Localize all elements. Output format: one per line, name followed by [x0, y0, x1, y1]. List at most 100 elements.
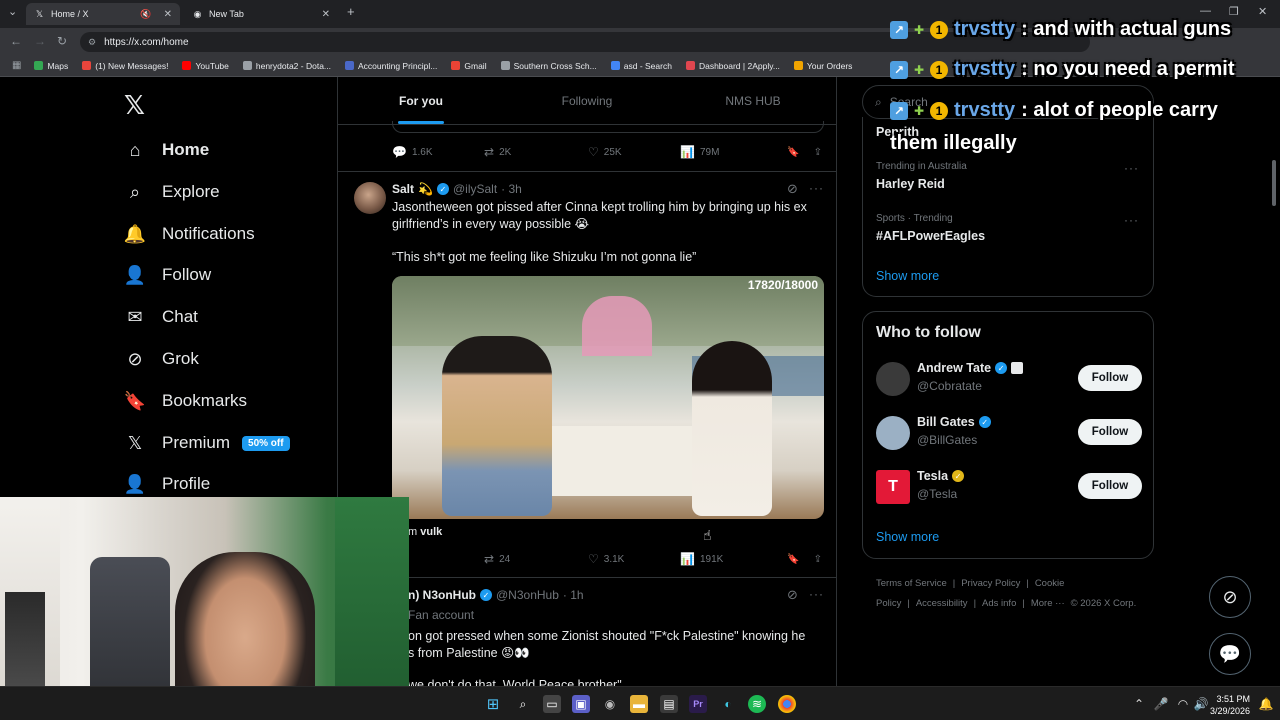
tab-search-icon[interactable]: ⌄	[8, 5, 17, 18]
store-icon[interactable]: ▤	[660, 695, 678, 713]
suggestion-name-text[interactable]: Andrew Tate	[917, 361, 991, 375]
grok-icon[interactable]: ⊘	[787, 181, 798, 197]
follow-suggestion[interactable]: Bill Gates ✓ @BillGates Follow	[876, 414, 1142, 454]
tab-new-tab[interactable]: ◉ New Tab ✕	[184, 3, 338, 25]
nav-item-grok[interactable]: ⊘ Grok	[124, 344, 198, 374]
from-user[interactable]: vulk	[420, 526, 442, 538]
more-options-icon[interactable]: ···	[809, 587, 824, 601]
author-name[interactable]: n) N3onHub	[408, 588, 476, 602]
grok-fab-button[interactable]: ⊘	[1209, 576, 1251, 618]
footer-link[interactable]: Privacy Policy	[961, 578, 1020, 589]
notification-bell-icon[interactable]: 🔔	[1257, 695, 1275, 713]
nav-item-bookmarks[interactable]: 🔖 Bookmarks	[124, 386, 247, 416]
reply-button[interactable]: 💬 1.6K	[392, 145, 484, 159]
bookmark-item[interactable]: (1) New Messages!	[75, 61, 175, 71]
tab-home-x[interactable]: 𝕏 Home / X 🔇 ✕	[26, 3, 180, 25]
footer-link[interactable]: Ads info	[982, 598, 1016, 609]
suggestion-name-text[interactable]: Tesla	[917, 469, 948, 483]
edge-icon[interactable]: ◐	[719, 695, 737, 713]
footer-link[interactable]: Terms of Service	[876, 578, 947, 589]
suggestion-name-text[interactable]: Bill Gates	[917, 415, 975, 429]
nav-item-explore[interactable]: ⌕ Explore	[124, 177, 220, 207]
follow-show-more-link[interactable]: Show more	[876, 530, 939, 544]
bookmark-icon[interactable]: 🔖	[787, 554, 799, 565]
bookmark-item[interactable]: Southern Cross Sch...	[494, 61, 604, 71]
close-tab-icon[interactable]: ✕	[164, 9, 172, 20]
follow-suggestion[interactable]: Andrew Tate ✓ @Cobratate Follow	[876, 360, 1142, 400]
bookmark-item[interactable]: Maps	[27, 61, 75, 71]
tweet-time[interactable]: · 1h	[563, 588, 584, 602]
author-handle[interactable]: @ilySalt	[453, 182, 497, 196]
nav-item-home[interactable]: ⌂ Home	[124, 135, 210, 165]
close-window-button[interactable]: ✕	[1258, 5, 1267, 18]
footer-link[interactable]: More ···	[1031, 598, 1065, 609]
share-icon[interactable]: ⇪	[814, 554, 822, 565]
views-button[interactable]: 📊 191K	[680, 552, 778, 566]
avatar[interactable]	[876, 362, 910, 396]
apps-grid-icon[interactable]: ▦	[6, 60, 27, 71]
more-options-icon[interactable]: ···	[1124, 213, 1139, 227]
tray-chevron-icon[interactable]: ⌃	[1130, 695, 1148, 713]
like-button[interactable]: ♡ 25K	[588, 145, 680, 159]
repost-button[interactable]: ⇄ 2K	[484, 145, 588, 159]
bookmark-item[interactable]: YouTube	[175, 61, 235, 71]
tab-for-you[interactable]: For you	[338, 77, 504, 124]
mute-icon[interactable]: 🔇	[140, 9, 151, 20]
obs-icon[interactable]: ◉	[601, 695, 619, 713]
file-explorer-icon[interactable]: ▬	[630, 695, 648, 713]
bookmark-icon[interactable]: 🔖	[787, 147, 799, 158]
bookmark-item[interactable]: henrydota2 - Dota...	[236, 61, 338, 71]
nav-item-chat[interactable]: ✉ Chat	[124, 302, 197, 332]
share-icon[interactable]: ⇪	[814, 147, 822, 158]
new-tab-button[interactable]: +	[347, 4, 355, 19]
more-options-icon[interactable]: ···	[809, 181, 824, 195]
spotify-icon[interactable]: ≋	[748, 695, 766, 713]
reload-button[interactable]: ↻	[57, 34, 67, 48]
system-clock[interactable]: 3:51 PM 3/29/2026	[1210, 693, 1250, 717]
scrollbar-thumb[interactable]	[1272, 160, 1276, 206]
tab-following[interactable]: Following	[504, 77, 670, 124]
bookmark-item[interactable]: Accounting Principl...	[338, 61, 444, 71]
author-name[interactable]: Salt	[392, 182, 414, 196]
site-info-icon[interactable]: ⚙	[88, 37, 96, 48]
footer-link[interactable]: Accessibility	[916, 598, 968, 609]
nav-item-premium[interactable]: 𝕏 Premium 50% off	[124, 428, 290, 458]
nav-item-follow[interactable]: 👤 Follow	[124, 260, 211, 290]
nav-item-profile[interactable]: 👤 Profile	[124, 469, 210, 499]
maximize-button[interactable]: ❐	[1229, 5, 1239, 18]
trends-show-more-link[interactable]: Show more	[876, 269, 939, 283]
tweet-video[interactable]: 17820/18000	[392, 276, 824, 519]
bookmark-item[interactable]: asd - Search	[604, 61, 679, 71]
author-handle[interactable]: @N3onHub	[496, 588, 559, 602]
trend-name[interactable]: #AFLPowerEagles	[876, 229, 985, 243]
speaker-icon[interactable]: 🔊	[1192, 695, 1210, 713]
minimize-button[interactable]: —	[1200, 5, 1211, 17]
bookmark-item[interactable]: Gmail	[444, 61, 493, 71]
nav-item-notifications[interactable]: 🔔 Notifications	[124, 219, 255, 249]
follow-suggestion[interactable]: T Tesla ✓ @Tesla Follow	[876, 468, 1142, 508]
x-logo-icon[interactable]: 𝕏	[124, 91, 145, 121]
grok-icon[interactable]: ⊘	[787, 587, 798, 603]
more-options-icon[interactable]: ···	[1124, 161, 1139, 175]
avatar[interactable]: T	[876, 470, 910, 504]
teams-icon[interactable]: ▣	[572, 695, 590, 713]
bookmark-item[interactable]: Dashboard | 2Apply...	[679, 61, 787, 71]
forward-button[interactable]: →	[34, 34, 46, 48]
follow-button[interactable]: Follow	[1078, 419, 1142, 445]
microphone-icon[interactable]: 🎤	[1152, 695, 1170, 713]
chrome-icon[interactable]	[778, 695, 796, 713]
follow-button[interactable]: Follow	[1078, 365, 1142, 391]
footer-link[interactable]: © 2026 X Corp.	[1071, 598, 1137, 609]
bookmark-item[interactable]: Your Orders	[787, 61, 860, 71]
back-button[interactable]: ←	[10, 34, 22, 48]
views-button[interactable]: 📊 79M	[680, 145, 778, 159]
tweet-time[interactable]: · 3h	[501, 182, 522, 196]
follow-button[interactable]: Follow	[1078, 473, 1142, 499]
trend-name[interactable]: Harley Reid	[876, 177, 945, 191]
avatar[interactable]	[354, 182, 386, 214]
close-tab-icon[interactable]: ✕	[322, 9, 330, 20]
task-view-icon[interactable]: ▭	[543, 695, 561, 713]
premiere-icon[interactable]: Pr	[689, 695, 707, 713]
tab-nms-hub[interactable]: NMS HUB	[670, 77, 836, 124]
repost-button[interactable]: ⇄ 24	[484, 552, 588, 566]
